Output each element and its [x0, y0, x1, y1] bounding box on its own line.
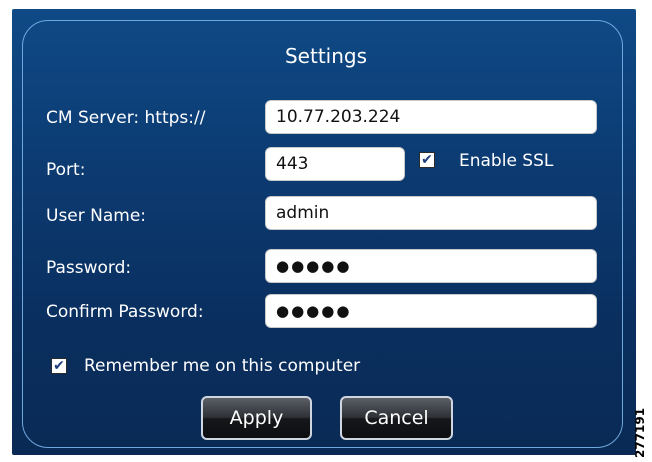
remember-me-checkbox[interactable]: ✔: [51, 358, 67, 374]
remember-me-label: Remember me on this computer: [84, 356, 361, 376]
confirm-password-input[interactable]: ●●●●●: [265, 294, 597, 328]
figure-id: 277191: [633, 407, 647, 458]
settings-panel: [22, 20, 623, 448]
dialog-title: Settings: [284, 44, 368, 68]
settings-dialog: [12, 9, 636, 455]
cancel-button[interactable]: Cancel: [340, 396, 453, 440]
apply-button[interactable]: Apply: [201, 396, 312, 440]
user-name-label: User Name:: [46, 206, 147, 226]
password-input[interactable]: ●●●●●: [265, 249, 597, 283]
port-label: Port:: [46, 160, 86, 180]
cm-server-label: CM Server: https://: [46, 108, 206, 128]
port-input[interactable]: 443: [265, 147, 405, 181]
confirm-password-label: Confirm Password:: [46, 302, 204, 322]
enable-ssl-label: Enable SSL: [459, 151, 554, 171]
password-label: Password:: [46, 258, 132, 278]
enable-ssl-checkbox[interactable]: ✔: [419, 152, 435, 168]
cm-server-input[interactable]: 10.77.203.224: [265, 100, 597, 134]
user-name-input[interactable]: admin: [265, 196, 597, 230]
